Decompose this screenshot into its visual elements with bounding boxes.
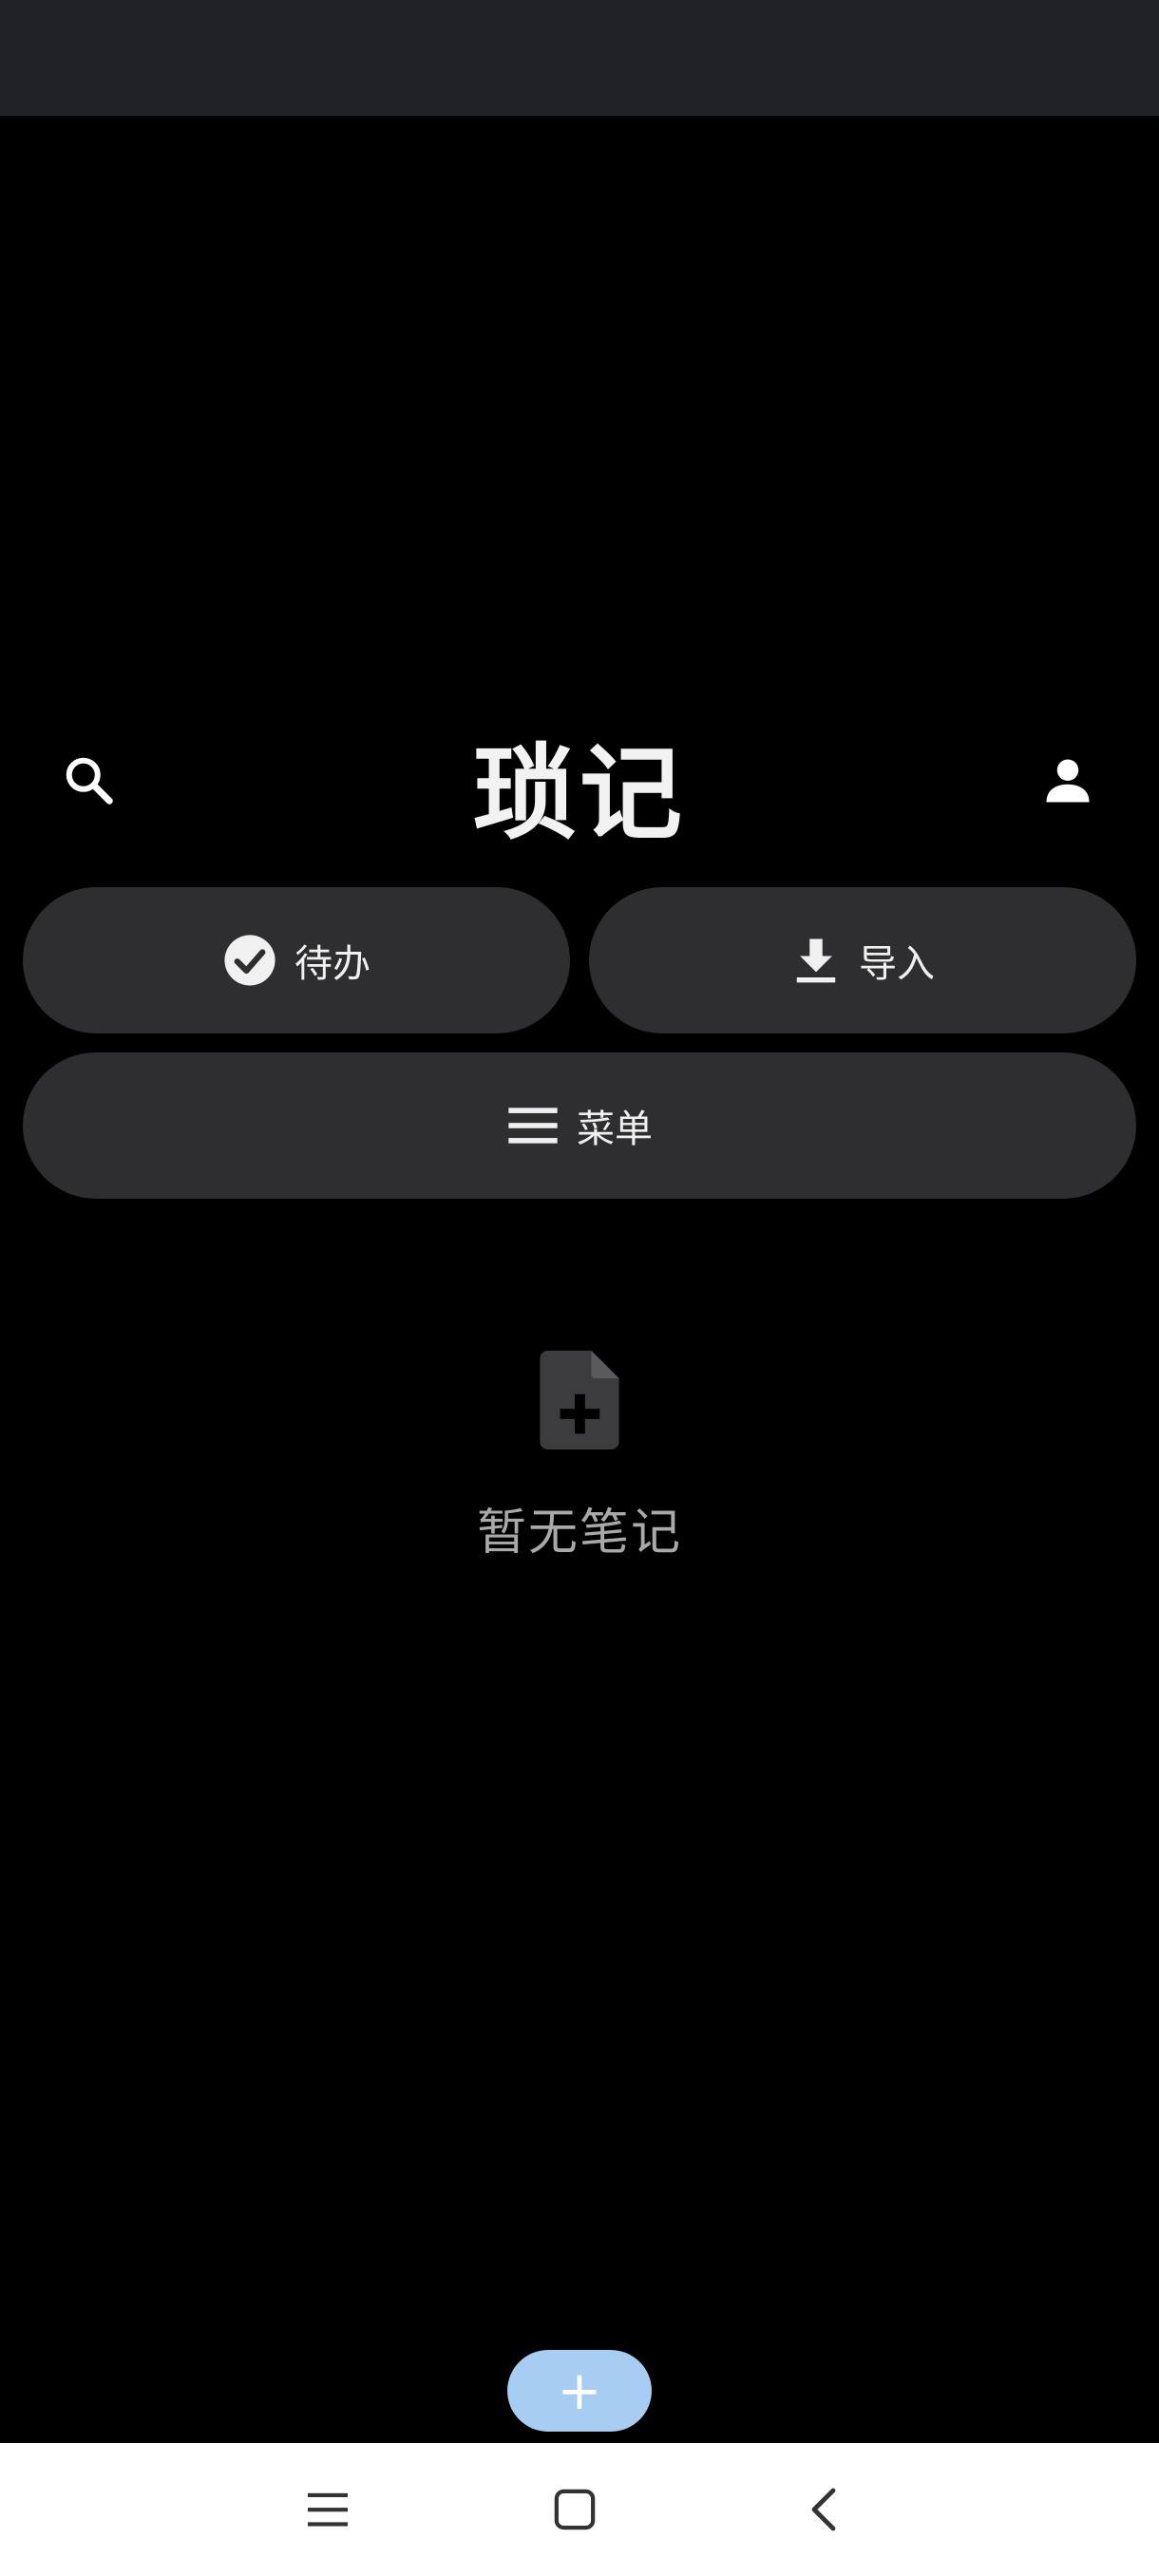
empty-state-text: 暂无笔记 [476,1504,682,1562]
add-note-button[interactable]: + [507,2350,652,2432]
download-icon [790,935,842,986]
menu-button[interactable]: 菜单 [23,1052,1136,1199]
profile-button[interactable] [1028,741,1108,821]
back-button[interactable] [781,2472,866,2548]
plus-icon: + [557,2359,602,2422]
search-button[interactable] [49,741,129,821]
home-icon [554,2489,596,2530]
check-circle-icon [222,933,277,988]
menu-label: 菜单 [577,1108,653,1151]
app-title: 琐记 [472,735,686,854]
back-icon [811,2488,836,2531]
home-button[interactable] [532,2472,618,2548]
system-navigation-bar [0,2443,1159,2576]
todo-button[interactable]: 待办 [23,887,570,1033]
status-bar [0,0,1159,116]
hamburger-menu-icon [506,1103,560,1148]
note-add-icon [532,1343,627,1457]
app-screen: 琐记 待办 导入 菜单 暂无笔记 + [0,0,1159,2576]
recents-button[interactable] [285,2472,370,2548]
import-label: 导入 [859,942,935,986]
recents-icon [308,2492,348,2527]
search-icon [66,757,113,805]
person-icon [1046,759,1090,803]
todo-label: 待办 [294,942,370,986]
import-button[interactable]: 导入 [589,887,1136,1033]
